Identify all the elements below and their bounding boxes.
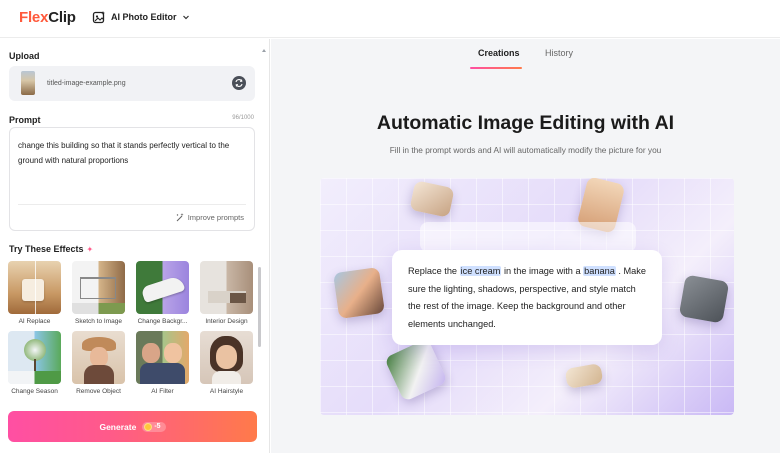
effect-thumbnail xyxy=(136,261,189,314)
logo-part-clip: Clip xyxy=(48,9,76,26)
left-panel: Upload titled-image-example.png Prompt 9… xyxy=(0,39,270,453)
floating-tile-sculpture xyxy=(678,274,730,324)
effect-thumbnail xyxy=(72,331,125,384)
prompt-label: Prompt xyxy=(9,115,41,125)
prompt-divider xyxy=(18,204,246,205)
scroll-up-arrow-icon[interactable] xyxy=(262,49,266,52)
demo-text-2: in the image with a xyxy=(501,266,584,276)
effect-label: Change Backgr... xyxy=(137,318,188,325)
demo-highlight-ice-cream: ice cream xyxy=(459,266,502,276)
demo-highlight-banana: banana xyxy=(583,266,616,276)
effect-thumbnail xyxy=(200,261,253,314)
effects-scrollbar[interactable] xyxy=(258,267,261,347)
effects-grid: AI Replace Sketch to Image Change Backgr… xyxy=(8,261,258,396)
hero-title: Automatic Image Editing with AI xyxy=(376,112,675,134)
ghost-card xyxy=(420,222,636,252)
chevron-down-icon xyxy=(182,15,189,20)
effect-label: Remove Object xyxy=(76,388,121,395)
effect-label: AI Filter xyxy=(151,388,174,395)
effect-ai-filter[interactable]: AI Filter xyxy=(136,331,189,395)
effect-thumbnail xyxy=(72,261,125,314)
demo-text-1: Replace the xyxy=(408,266,460,276)
effect-label: Change Season xyxy=(11,388,58,395)
active-tab-indicator xyxy=(470,67,522,69)
effect-ai-replace[interactable]: AI Replace xyxy=(8,261,61,325)
effect-thumbnail xyxy=(200,331,253,384)
prompt-text[interactable]: change this building so that it stands p… xyxy=(18,138,250,168)
demo-prompt-card: Replace the ice cream in the image with … xyxy=(392,250,662,345)
effect-thumbnail xyxy=(8,331,61,384)
photo-editor-icon xyxy=(92,11,105,24)
effect-remove-object[interactable]: Remove Object xyxy=(72,331,125,395)
effect-sketch-to-image[interactable]: Sketch to Image xyxy=(72,261,125,325)
credit-cost: -5 xyxy=(154,423,161,430)
effects-heading: Try These Effects ✦ xyxy=(9,244,93,254)
flexclip-logo[interactable]: Flex Clip xyxy=(19,9,76,26)
effect-interior-design[interactable]: Interior Design xyxy=(200,261,253,325)
editor-name: AI Photo Editor xyxy=(111,12,177,22)
effect-label: AI Hairstyle xyxy=(209,388,244,395)
effect-ai-hairstyle[interactable]: AI Hairstyle xyxy=(200,331,253,395)
prompt-textarea[interactable]: change this building so that it stands p… xyxy=(9,127,255,231)
logo-part-flex: Flex xyxy=(19,9,49,26)
upload-label: Upload xyxy=(9,51,40,61)
effect-label: AI Replace xyxy=(18,318,51,325)
top-bar: Flex Clip AI Photo Editor xyxy=(0,0,780,38)
uploaded-filename: titled-image-example.png xyxy=(47,80,126,87)
effects-label: Try These Effects xyxy=(9,244,84,254)
demo-illustration: Replace the ice cream in the image with … xyxy=(320,178,734,415)
sparkle-icon: ✦ xyxy=(86,244,94,254)
swap-icon xyxy=(235,79,243,87)
effect-label: Sketch to Image xyxy=(75,318,122,325)
generate-label: Generate xyxy=(99,421,137,432)
upload-box[interactable]: titled-image-example.png xyxy=(9,66,255,101)
magic-wand-icon xyxy=(176,213,184,222)
effect-thumbnail xyxy=(8,261,61,314)
floating-tile-couple xyxy=(333,267,385,319)
editor-selector[interactable]: AI Photo Editor xyxy=(92,10,190,24)
tab-creations[interactable]: Creations xyxy=(478,48,520,58)
coin-icon xyxy=(144,422,153,431)
improve-prompts-button[interactable]: Improve prompts xyxy=(175,212,244,222)
main-area: Creations History Automatic Image Editin… xyxy=(271,39,780,453)
generate-button[interactable]: Generate -5 xyxy=(8,411,257,442)
hero-subtitle: Fill in the prompt words and AI will aut… xyxy=(389,145,662,155)
effect-label: Interior Design xyxy=(205,318,248,325)
credit-cost-badge: -5 xyxy=(142,421,166,432)
effect-thumbnail xyxy=(136,331,189,384)
effect-change-background[interactable]: Change Backgr... xyxy=(136,261,189,325)
improve-prompts-label: Improve prompts xyxy=(187,212,244,222)
replace-image-button[interactable] xyxy=(232,76,246,90)
tab-history[interactable]: History xyxy=(545,48,573,58)
prompt-char-counter: 96/1000 xyxy=(232,115,254,121)
effect-change-season[interactable]: Change Season xyxy=(8,331,61,395)
uploaded-image-thumbnail xyxy=(21,71,35,95)
